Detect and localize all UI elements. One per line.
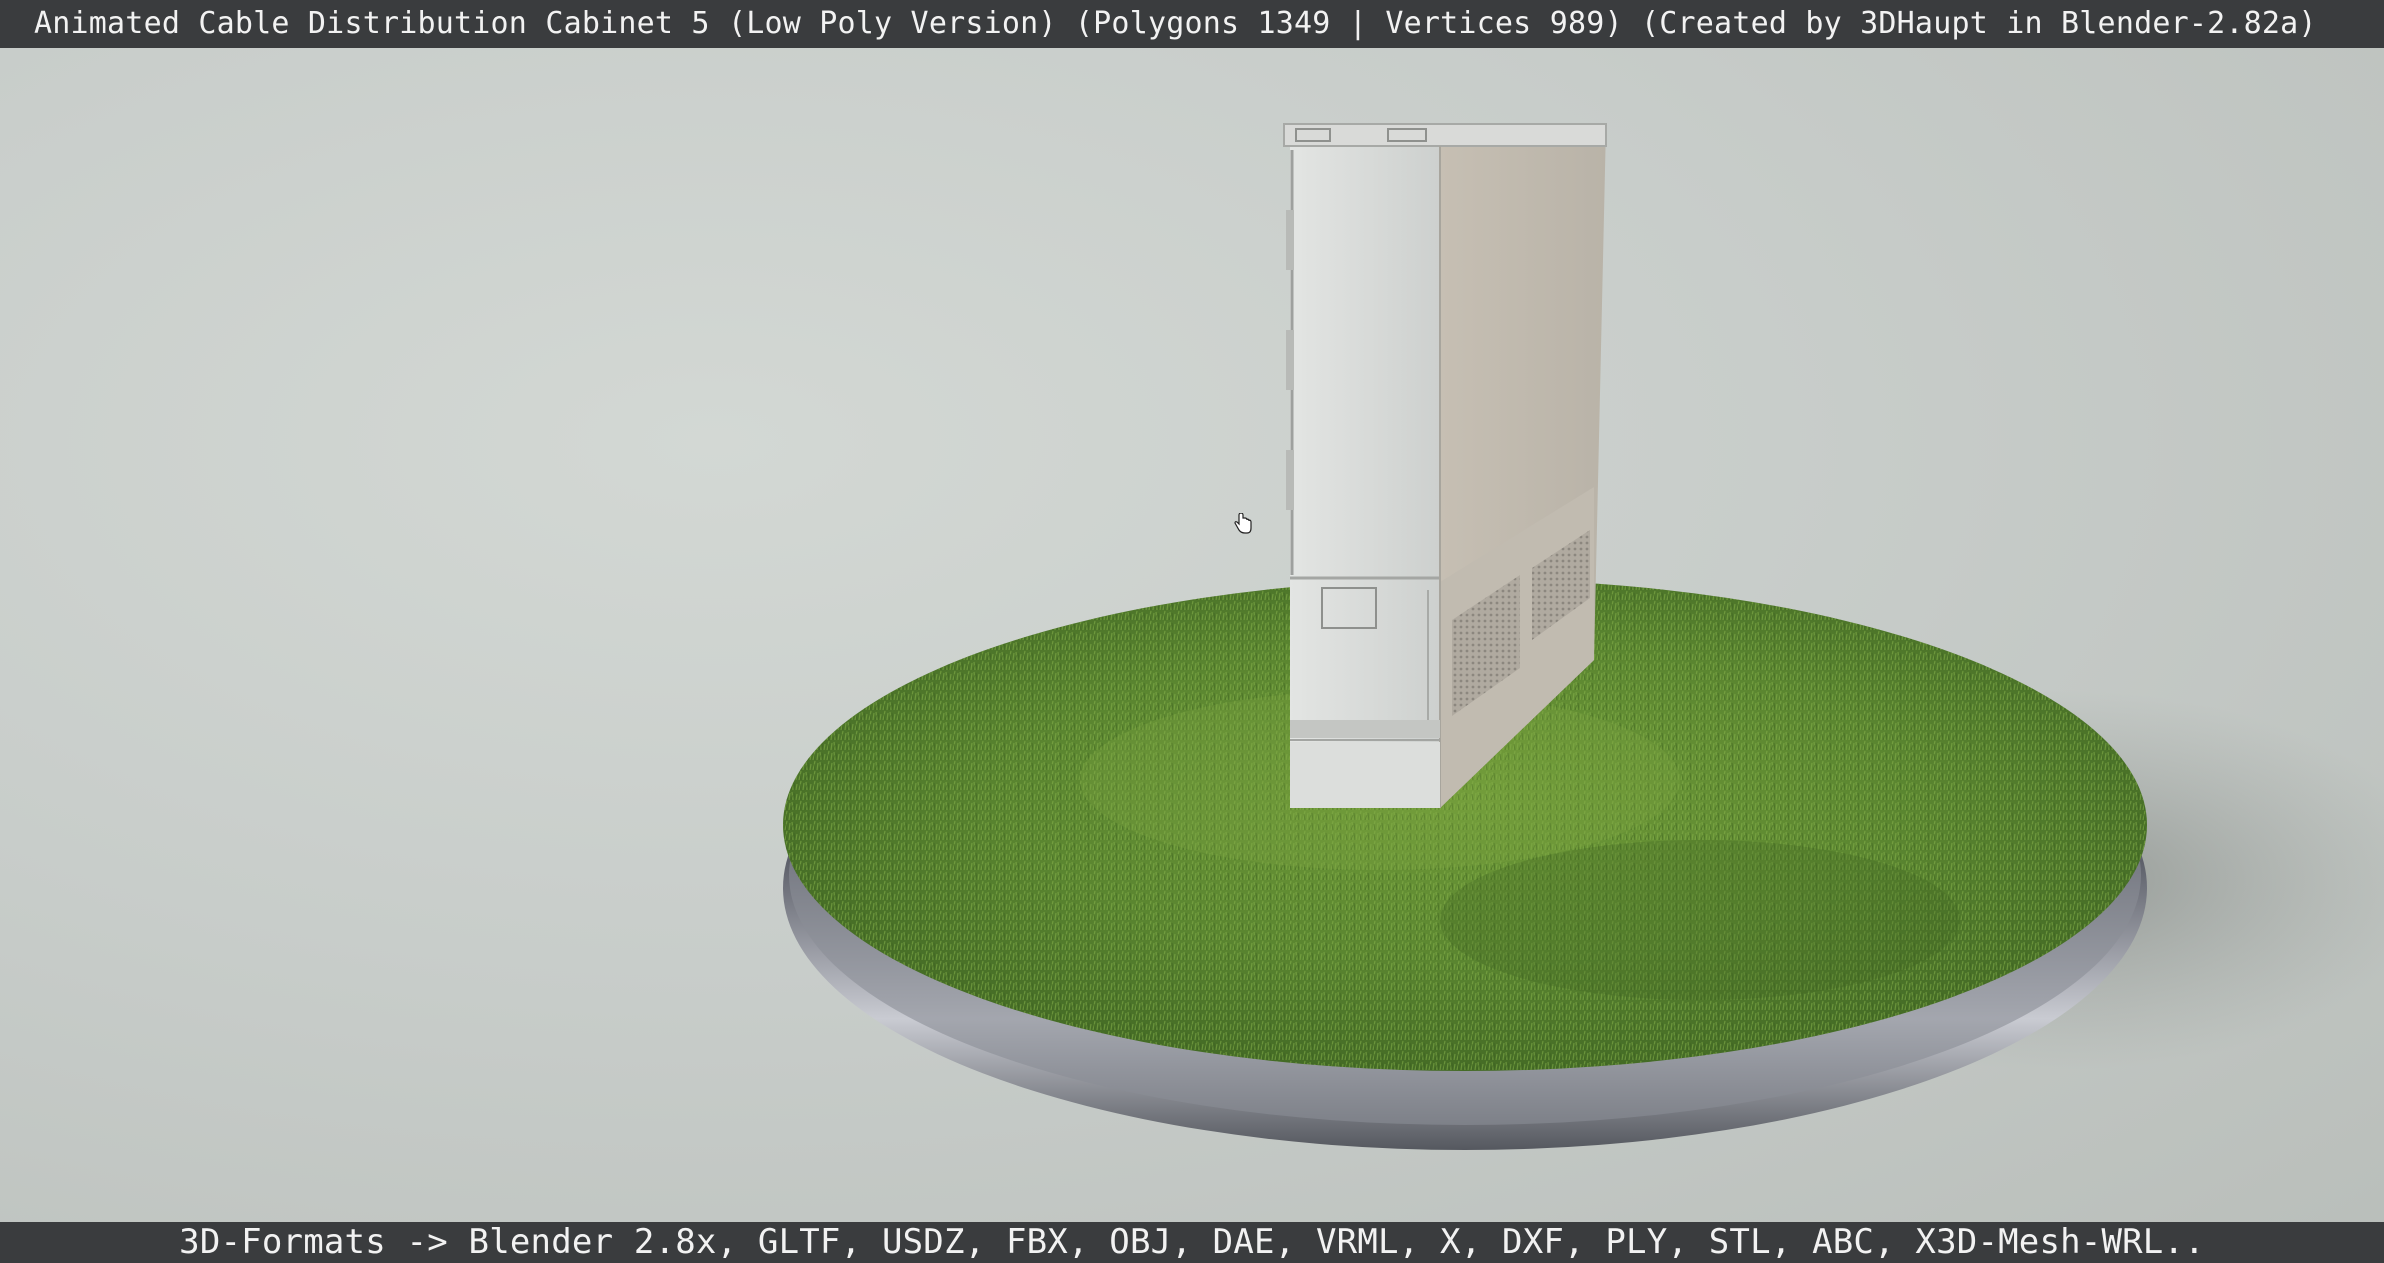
formats-text: 3D-Formats -> Blender 2.8x, GLTF, USDZ, … bbox=[179, 1222, 2205, 1262]
cabinet-lid bbox=[1283, 123, 1607, 147]
screen: Animated Cable Distribution Cabinet 5 (L… bbox=[0, 0, 2384, 1263]
hand-cursor-icon bbox=[1234, 513, 1252, 534]
title-bar: Animated Cable Distribution Cabinet 5 (L… bbox=[0, 0, 2384, 48]
formats-bar: 3D-Formats -> Blender 2.8x, GLTF, USDZ, … bbox=[0, 1222, 2384, 1263]
cabinet-front bbox=[1290, 126, 1440, 808]
title-text: Animated Cable Distribution Cabinet 5 (L… bbox=[34, 6, 2317, 41]
render-viewport[interactable] bbox=[0, 48, 2384, 1222]
scene-render bbox=[783, 123, 2384, 1150]
